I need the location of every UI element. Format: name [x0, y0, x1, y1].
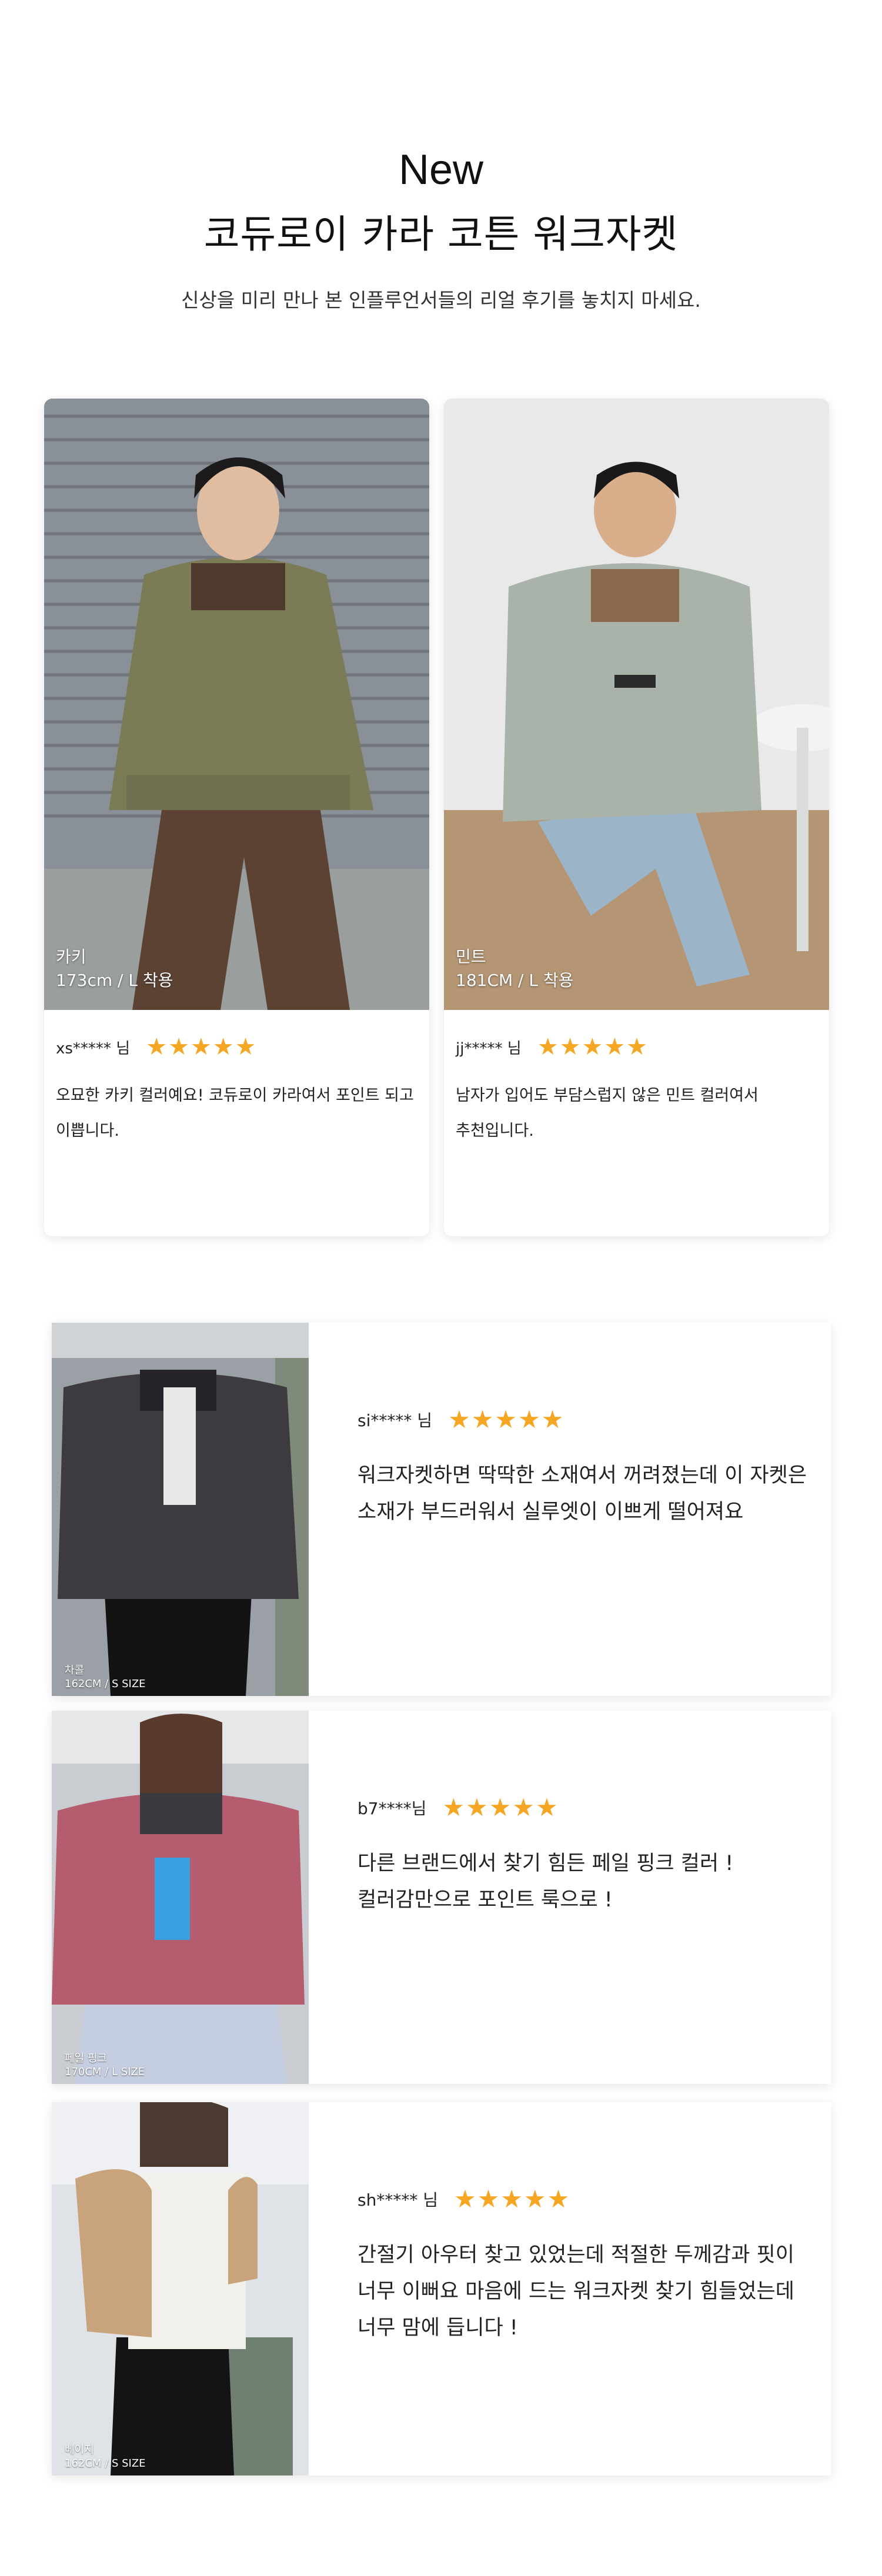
review-photo[interactable]: 카키 173cm / L 착용	[44, 399, 429, 1010]
reviewer-name: si***** 님	[358, 1410, 433, 1430]
photo-color-label: 차콜	[65, 1664, 85, 1677]
new-label: New	[398, 146, 484, 193]
review-text-line: 워크자켓하면 딱딱한 소재여서 꺼려졌는데 이 자켓은	[358, 1464, 807, 1487]
photo-size-label: 162CM / S SIZE	[65, 1678, 146, 1690]
rating-stars: ★★★★★	[448, 1405, 565, 1434]
reviewer-name: xs***** 님	[56, 1039, 131, 1058]
review-text-line: 이쁩니다.	[56, 1122, 119, 1140]
rating-stars: ★★★★★	[537, 1033, 649, 1060]
review-text-line: 남자가 입어도 부담스럽지 않은 민트 컬러여서	[456, 1086, 759, 1105]
reviewer-name: b7****님	[358, 1798, 427, 1818]
review-content: sh***** 님 ★★★★★ 간절기 아우터 찾고 있었는데 적절한 두께감과…	[358, 2184, 816, 2346]
review-text-line: 오묘한 카키 컬러예요! 코듀로이 카라여서 포인트 되고	[56, 1086, 414, 1105]
review-content: b7****님 ★★★★★ 다른 브랜드에서 찾기 힘든 페일 핑크 컬러 ! …	[358, 1793, 816, 1918]
photo-color-label: 카키	[56, 947, 86, 966]
page-title: 코듀로이 카라 코튼 워크자켓	[203, 212, 679, 257]
photo-size-label: 173cm / L 착용	[56, 971, 173, 990]
rating-stars: ★★★★★	[454, 2184, 571, 2213]
rating-stars: ★★★★★	[442, 1793, 559, 1822]
photo-color-label: 페일 핑크	[65, 2052, 107, 2065]
review-text: 간절기 아우터 찾고 있었는데 적절한 두께감과 핏이 너무 이뻐요 마음에 드…	[358, 2237, 816, 2346]
review-text: 오묘한 카키 컬러예요! 코듀로이 카라여서 포인트 되고 이쁩니다.	[56, 1078, 417, 1149]
photo-color-label: 민트	[456, 947, 486, 966]
review-row-charcoal[interactable]: 차콜 162CM / S SIZE si***** 님 ★★★★★ 워크자켓하면…	[52, 1323, 831, 1696]
rating-stars: ★★★★★	[146, 1033, 258, 1060]
review-text: 남자가 입어도 부담스럽지 않은 민트 컬러여서 추천입니다.	[456, 1078, 817, 1149]
review-card-mint[interactable]: 민트 181CM / L 착용 jj***** 님 ★★★★★ 남자가 입어도 …	[444, 399, 829, 1236]
review-row-beige[interactable]: 베이지 162CM / S SIZE sh***** 님 ★★★★★ 간절기 아…	[52, 2102, 831, 2475]
review-text-line: 컬러감만으로 포인트 룩으로 !	[358, 1888, 613, 1912]
review-text-line: 추천입니다.	[456, 1122, 534, 1140]
review-card-khaki[interactable]: 카키 173cm / L 착용 xs***** 님 ★★★★★ 오묘한 카키 컬…	[44, 399, 429, 1236]
review-photo[interactable]: 베이지 162CM / S SIZE	[52, 2102, 309, 2475]
reviewer-name: sh***** 님	[358, 2190, 438, 2210]
review-photo[interactable]: 민트 181CM / L 착용	[444, 399, 829, 1010]
photo-size-label: 162CM / S SIZE	[65, 2457, 146, 2470]
review-text-line: 간절기 아우터 찾고 있었는데 적절한 두께감과 핏이	[358, 2243, 794, 2267]
review-content: si***** 님 ★★★★★ 워크자켓하면 딱딱한 소재여서 꺼려졌는데 이 …	[358, 1405, 816, 1530]
review-text-line: 너무 이뻐요 마음에 드는 워크자켓 찾기 힘들었는데	[358, 2280, 794, 2303]
review-content: jj***** 님 ★★★★★ 남자가 입어도 부담스럽지 않은 민트 컬러여서…	[456, 1033, 817, 1149]
photo-size-label: 181CM / L 착용	[456, 971, 574, 990]
review-text-line: 다른 브랜드에서 찾기 힘든 페일 핑크 컬러 !	[358, 1852, 734, 1875]
review-text: 워크자켓하면 딱딱한 소재여서 꺼려졌는데 이 자켓은 소재가 부드러워서 실루…	[358, 1457, 816, 1530]
review-text: 다른 브랜드에서 찾기 힘든 페일 핑크 컬러 ! 컬러감만으로 포인트 룩으로…	[358, 1845, 816, 1918]
photo-size-label: 170CM / L SIZE	[65, 2066, 145, 2078]
photo-color-label: 베이지	[65, 2444, 94, 2456]
review-photo[interactable]: 차콜 162CM / S SIZE	[52, 1323, 309, 1696]
review-text-line: 너무 맘에 듭니다 !	[358, 2316, 518, 2340]
reviewer-name: jj***** 님	[456, 1039, 522, 1058]
review-row-pink[interactable]: 페일 핑크 170CM / L SIZE b7****님 ★★★★★ 다른 브랜…	[52, 1711, 831, 2084]
review-content: xs***** 님 ★★★★★ 오묘한 카키 컬러예요! 코듀로이 카라여서 포…	[56, 1033, 417, 1149]
review-text-line: 소재가 부드러워서 실루엣이 이쁘게 떨어져요	[358, 1500, 744, 1524]
page-subtitle: 신상을 미리 만나 본 인플루언서들의 리얼 후기를 놓치지 마세요.	[181, 289, 701, 312]
review-photo[interactable]: 페일 핑크 170CM / L SIZE	[52, 1711, 309, 2084]
